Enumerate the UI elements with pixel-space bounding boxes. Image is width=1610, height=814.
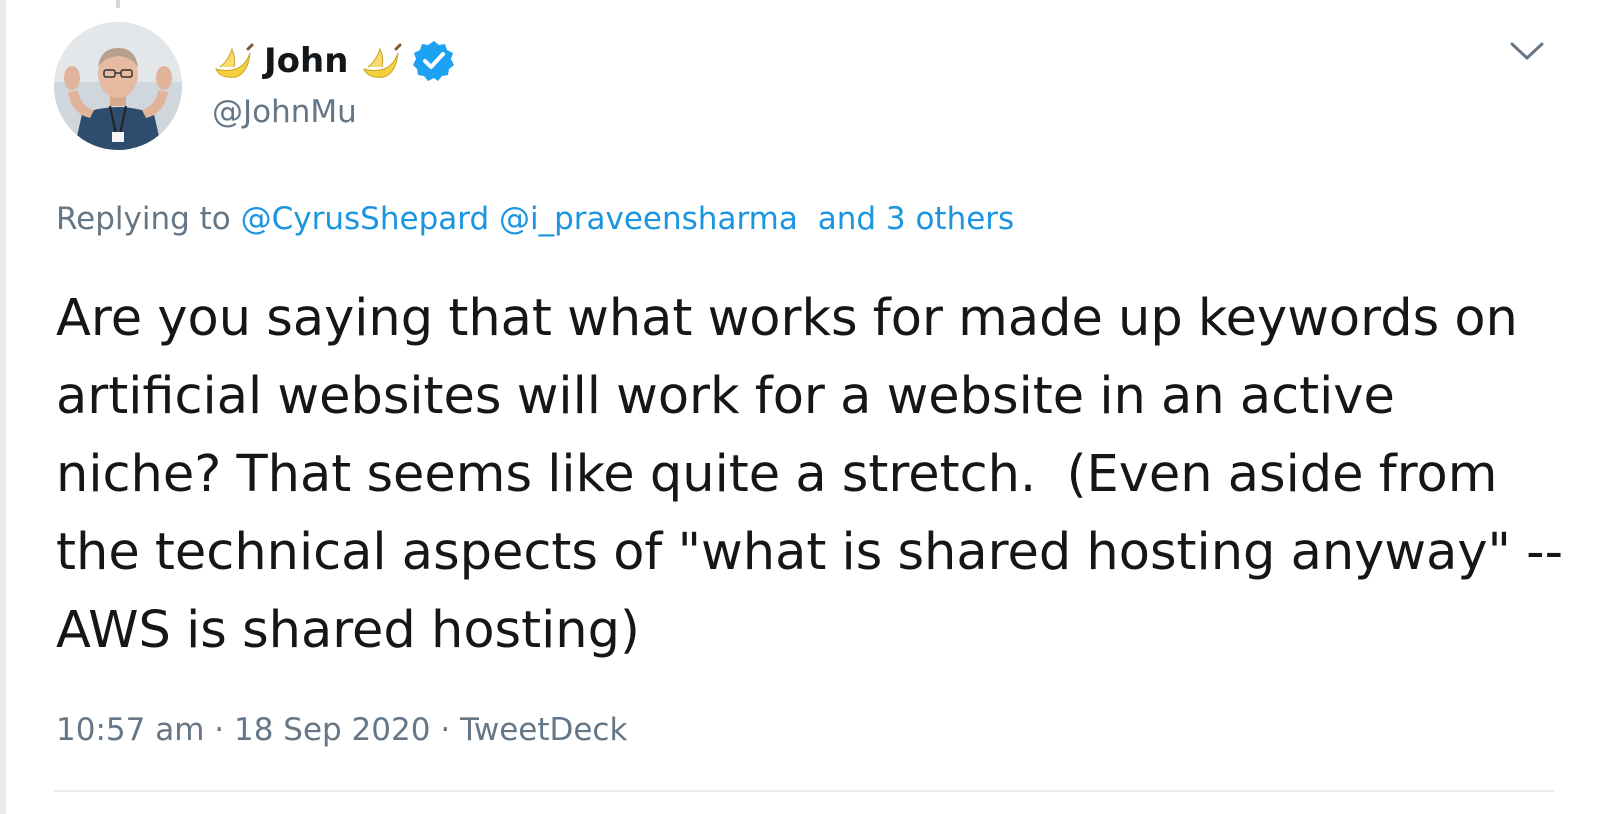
meta-separator: · [214, 712, 225, 748]
meta-separator: · [440, 712, 451, 748]
tweet-date[interactable]: 18 Sep 2020 [234, 712, 430, 748]
mention-link[interactable]: @i_praveensharma [499, 201, 798, 237]
avatar[interactable] [54, 22, 182, 150]
author-handle[interactable]: @JohnMu [212, 92, 357, 132]
chevron-down-icon[interactable] [1508, 36, 1546, 66]
replying-to-label: Replying to [56, 201, 231, 237]
tweet-text: Are you saying that what works for made … [56, 289, 1579, 660]
verified-badge-icon [413, 41, 455, 81]
tweet: John @JohnMu Replying to @CyrusShepard @… [0, 0, 1610, 814]
replying-to: Replying to @CyrusShepard @i_praveenshar… [56, 198, 1014, 240]
author-name-row[interactable]: John [210, 36, 456, 86]
author-display-name[interactable]: John [264, 39, 348, 83]
mention-link[interactable]: @CyrusShepard [241, 201, 489, 237]
divider [54, 790, 1554, 792]
avatar-photo [54, 22, 182, 150]
tweet-source[interactable]: TweetDeck [460, 712, 627, 748]
tweet-meta: 10:57 am · 18 Sep 2020 · TweetDeck [56, 708, 627, 752]
banana-emoji-icon [363, 43, 402, 78]
others-link[interactable]: and 3 others [818, 201, 1015, 237]
tweet-time[interactable]: 10:57 am [56, 712, 204, 748]
banana-emoji-icon [215, 43, 254, 78]
